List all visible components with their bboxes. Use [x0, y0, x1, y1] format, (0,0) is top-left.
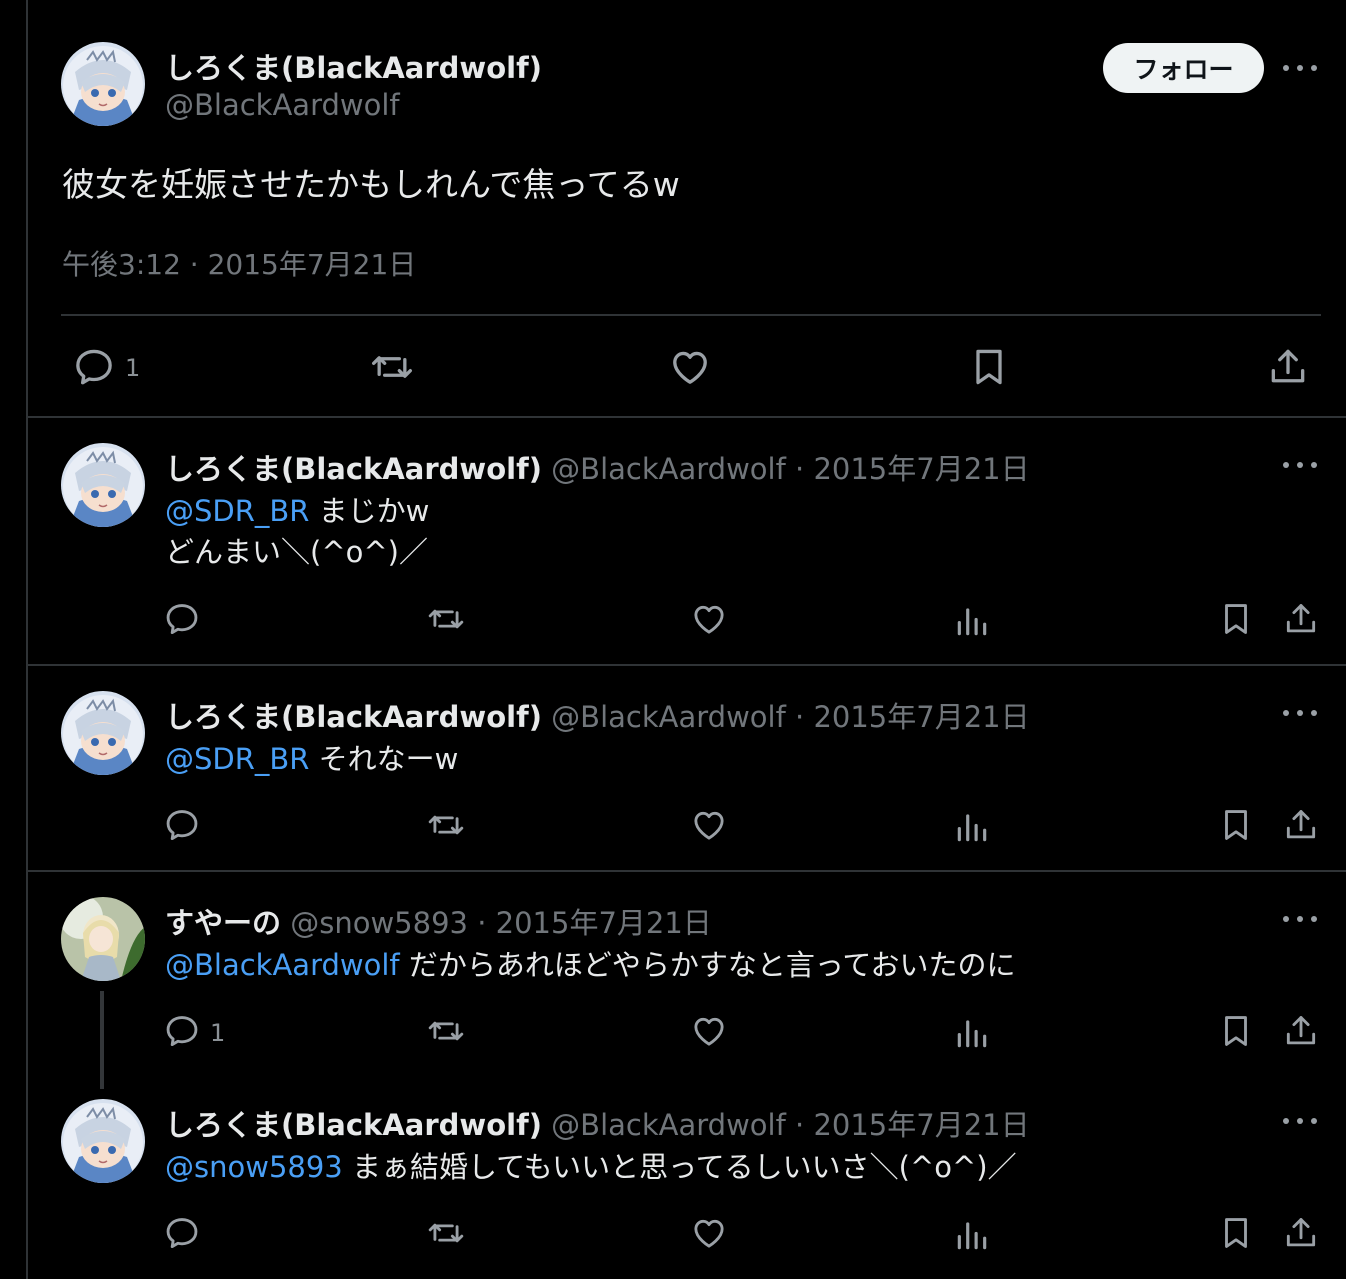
reply-icon[interactable]	[163, 806, 201, 844]
reply-text: @BlackAardwolf だからあれほどやらかすなと言っておいたのに	[165, 945, 1016, 986]
reply-handle[interactable]: @BlackAardwolf	[551, 452, 786, 486]
author-name[interactable]: しろくま(BlackAardwolf)	[165, 45, 542, 87]
more-icon[interactable]	[1281, 701, 1321, 725]
retweet-icon[interactable]	[427, 1214, 465, 1252]
reply-text-line: それなーw	[309, 742, 459, 776]
mention-link[interactable]: @SDR_BR	[165, 494, 309, 528]
reply-author-name[interactable]: すやーの	[165, 906, 281, 940]
bookmark-icon[interactable]	[1217, 1012, 1255, 1050]
tweet-timestamp[interactable]: 午後3:12 · 2015年7月21日	[62, 243, 416, 283]
column-border	[26, 0, 28, 1279]
mention-link[interactable]: @BlackAardwolf	[165, 948, 400, 982]
reply-text: @SDR_BR まじかw どんまい＼(^o^)／	[165, 491, 429, 573]
divider	[28, 664, 1346, 666]
views-icon[interactable]	[953, 1014, 991, 1052]
reply-text-line: どんまい＼(^o^)／	[165, 535, 428, 569]
reply-handle[interactable]: @BlackAardwolf	[551, 700, 786, 734]
tweet-text: 彼女を妊娠させたかもしれんで焦ってるw	[62, 165, 680, 204]
more-icon[interactable]	[1281, 453, 1321, 477]
reply-text: @snow5893 まぁ結婚してもいいと思ってるしいいさ＼(^o^)／	[165, 1147, 1017, 1188]
reply-header: しろくま(BlackAardwolf) @BlackAardwolf · 201…	[165, 694, 1030, 736]
views-icon[interactable]	[953, 808, 991, 846]
bookmark-icon[interactable]	[1217, 806, 1255, 844]
reply-text-line: まじかw	[309, 494, 430, 528]
tweet-thread-page: しろくま(BlackAardwolf) @BlackAardwolf フォロー …	[0, 0, 1346, 1279]
mention-link[interactable]: @snow5893	[165, 1150, 343, 1184]
reply-date[interactable]: · 2015年7月21日	[786, 1108, 1030, 1142]
reply-author-name[interactable]: しろくま(BlackAardwolf)	[165, 700, 542, 734]
retweet-icon[interactable]	[427, 806, 465, 844]
thread-connector	[100, 991, 104, 1089]
reply-text: @SDR_BR それなーw	[165, 739, 458, 780]
reply-handle[interactable]: @snow5893	[290, 906, 468, 940]
more-icon[interactable]	[1281, 907, 1321, 931]
reply-text-line: まぁ結婚してもいいと思ってるしいいさ＼(^o^)／	[342, 1150, 1017, 1184]
like-icon[interactable]	[690, 1012, 728, 1050]
reply-date[interactable]: · 2015年7月21日	[786, 452, 1030, 486]
share-icon[interactable]	[1282, 806, 1320, 844]
reply-avatar[interactable]	[61, 691, 145, 775]
retweet-icon[interactable]	[370, 345, 414, 389]
reply-count: 1	[210, 1019, 226, 1047]
reply-count: 1	[125, 354, 141, 382]
bookmark-icon[interactable]	[967, 345, 1011, 389]
reply-header: しろくま(BlackAardwolf) @BlackAardwolf · 201…	[165, 446, 1030, 488]
reply-avatar[interactable]	[61, 1099, 145, 1183]
share-icon[interactable]	[1282, 1214, 1320, 1252]
author-handle[interactable]: @BlackAardwolf	[165, 88, 400, 122]
views-icon[interactable]	[953, 602, 991, 640]
author-avatar[interactable]	[61, 42, 145, 126]
views-icon[interactable]	[953, 1216, 991, 1254]
reply-text-line: だからあれほどやらかすなと言っておいたのに	[399, 948, 1016, 982]
reply-handle[interactable]: @BlackAardwolf	[551, 1108, 786, 1142]
like-icon[interactable]	[690, 1214, 728, 1252]
reply-avatar[interactable]	[61, 443, 145, 527]
reply-header: すやーの @snow5893 · 2015年7月21日	[165, 900, 712, 942]
reply-date[interactable]: · 2015年7月21日	[468, 906, 712, 940]
mention-link[interactable]: @SDR_BR	[165, 742, 309, 776]
more-icon[interactable]	[1281, 1109, 1321, 1133]
reply-header: しろくま(BlackAardwolf) @BlackAardwolf · 201…	[165, 1102, 1030, 1144]
divider	[61, 314, 1321, 316]
follow-button[interactable]: フォロー	[1103, 43, 1264, 93]
reply-icon[interactable]	[72, 345, 116, 389]
share-icon[interactable]	[1266, 345, 1310, 389]
bookmark-icon[interactable]	[1217, 1214, 1255, 1252]
divider	[28, 416, 1346, 418]
retweet-icon[interactable]	[427, 1012, 465, 1050]
retweet-icon[interactable]	[427, 600, 465, 638]
bookmark-icon[interactable]	[1217, 600, 1255, 638]
divider	[28, 870, 1346, 872]
share-icon[interactable]	[1282, 600, 1320, 638]
reply-icon[interactable]	[163, 600, 201, 638]
share-icon[interactable]	[1282, 1012, 1320, 1050]
like-icon[interactable]	[690, 806, 728, 844]
reply-avatar[interactable]	[61, 897, 145, 981]
more-icon[interactable]	[1281, 56, 1321, 80]
reply-author-name[interactable]: しろくま(BlackAardwolf)	[165, 1108, 542, 1142]
like-icon[interactable]	[690, 600, 728, 638]
reply-date[interactable]: · 2015年7月21日	[786, 700, 1030, 734]
reply-icon[interactable]	[163, 1214, 201, 1252]
reply-author-name[interactable]: しろくま(BlackAardwolf)	[165, 452, 542, 486]
reply-icon[interactable]	[163, 1012, 201, 1050]
like-icon[interactable]	[668, 345, 712, 389]
